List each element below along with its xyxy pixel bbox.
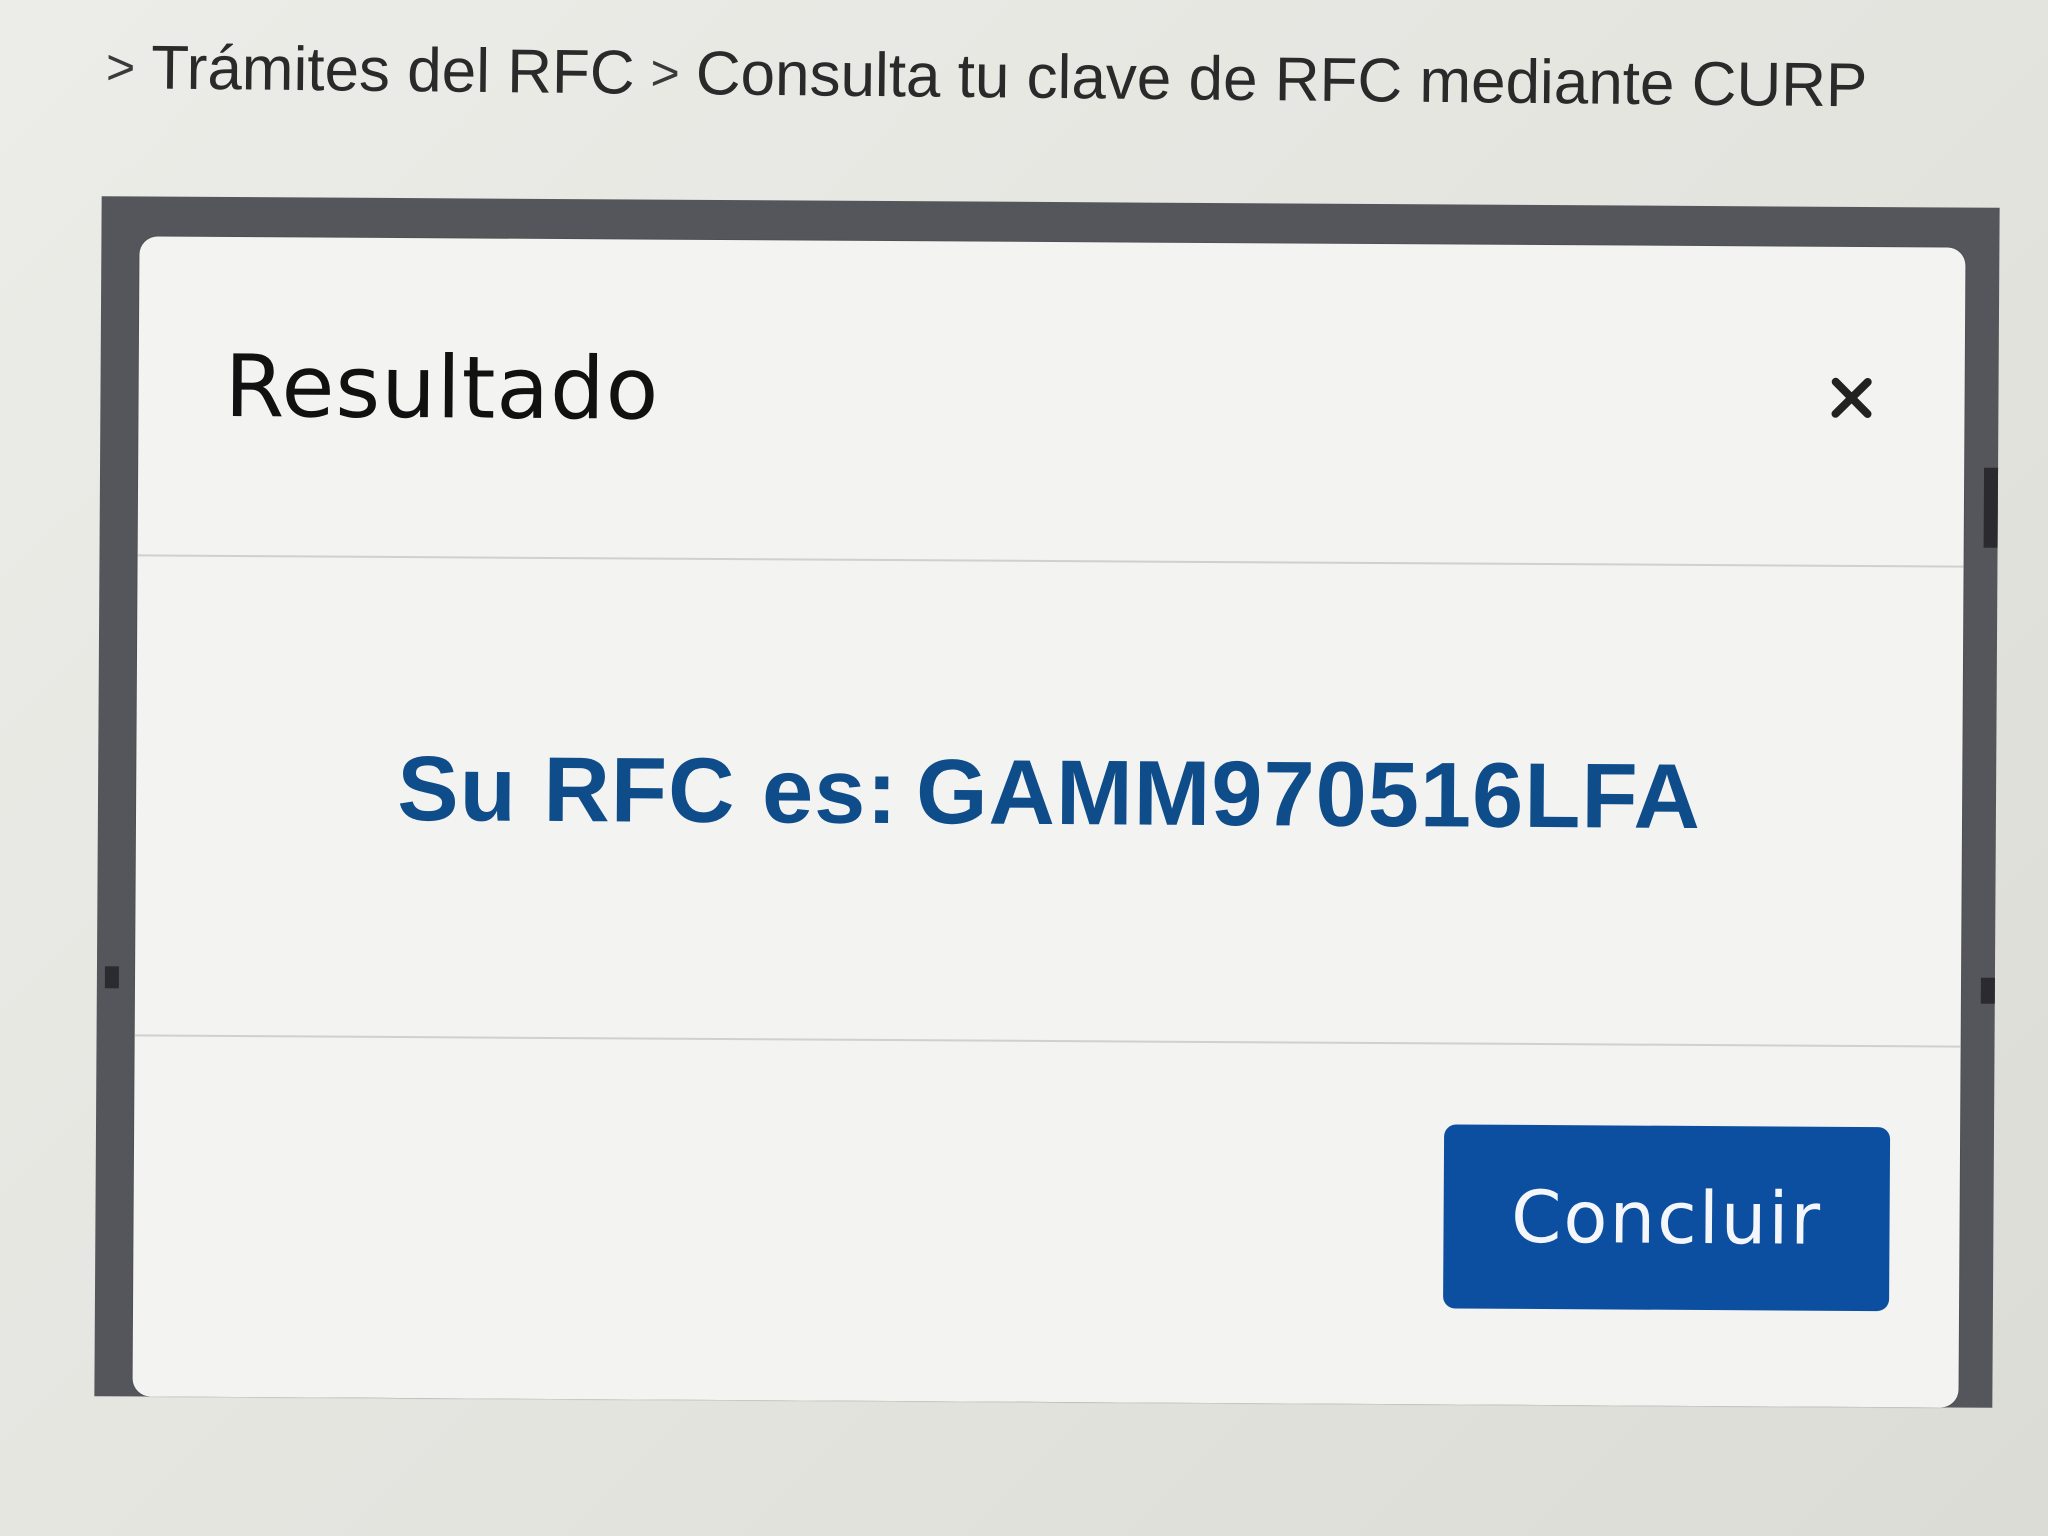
breadcrumb-item-tramites-rfc[interactable]: Trámites del RFC [151, 32, 635, 108]
background-page-fragment [104, 966, 119, 989]
rfc-value: GAMM970516LFA [915, 740, 1702, 848]
modal-body: Su RFC es: GAMM970516LFA [134, 556, 1964, 1048]
breadcrumb-separator: > [650, 44, 681, 102]
modal-header: Resultado [137, 236, 1966, 568]
breadcrumb: > Trámites del RFC > Consulta tu clave d… [106, 22, 1868, 130]
breadcrumb-separator: > [105, 39, 136, 96]
rfc-result-label: Su RFC es: [396, 737, 899, 843]
result-modal: Resultado Su RFC es: GAMM970516LFA Conclu… [132, 236, 1966, 1409]
modal-footer: Concluir [132, 1036, 1960, 1409]
modal-title: Resultado [224, 336, 660, 440]
close-button[interactable] [1816, 365, 1886, 435]
background-page-fragment [1983, 467, 1999, 548]
background-page-fragment [1980, 977, 1995, 1004]
conclude-button[interactable]: Concluir [1443, 1124, 1891, 1312]
close-icon [1827, 374, 1875, 426]
breadcrumb-item-consulta-rfc-curp[interactable]: Consulta tu clave de RFC mediante CURP [695, 38, 1867, 121]
rfc-result: Su RFC es: GAMM970516LFA [397, 737, 1701, 850]
